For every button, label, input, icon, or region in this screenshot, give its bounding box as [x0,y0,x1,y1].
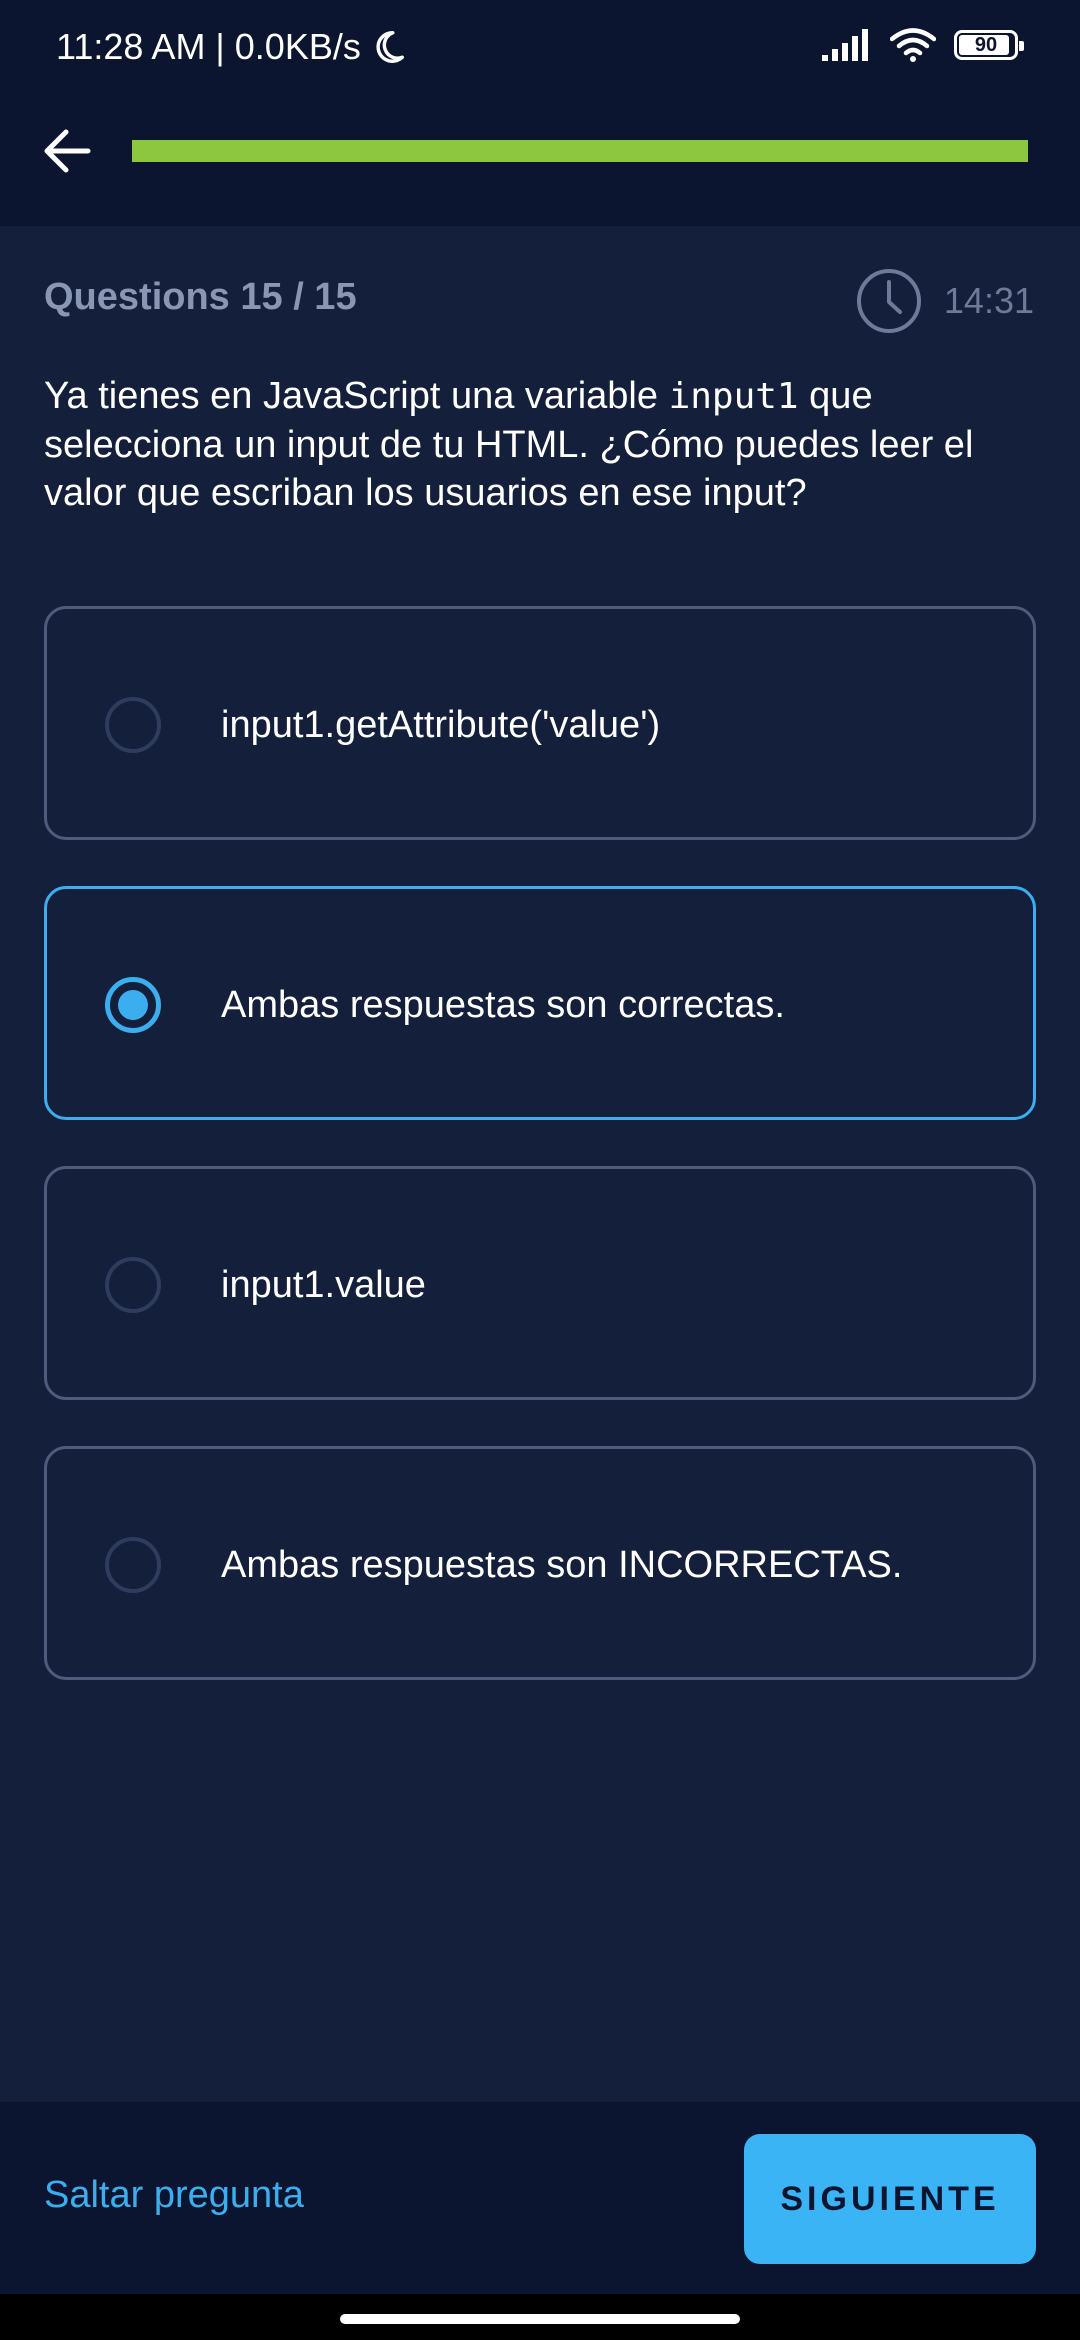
answer-option-label: Ambas respuestas son correctas. [221,984,785,1026]
answer-option[interactable]: Ambas respuestas son correctas. [44,886,1036,1120]
back-button[interactable] [38,122,96,180]
battery-percent: 90 [974,33,998,56]
answer-option[interactable]: Ambas respuestas son INCORRECTAS. [44,1446,1036,1680]
quiz-header [0,100,1080,226]
gesture-nav-area [0,2294,1080,2340]
status-icons: 90 [822,28,1024,62]
radio-button[interactable] [105,1537,161,1593]
status-bar: 11:28 AM | 0.0KB/s 90 [0,0,1080,100]
radio-button[interactable] [105,697,161,753]
answer-option[interactable]: input1.getAttribute('value') [44,606,1036,840]
clock-icon [856,269,921,333]
answer-option-label: input1.getAttribute('value') [221,704,661,746]
quiz-screen: 11:28 AM | 0.0KB/s 90 Questions 15 / 15 … [0,0,1080,2340]
skip-question-link[interactable]: Saltar pregunta [44,2174,304,2217]
battery-icon: 90 [954,30,1024,60]
wifi-icon [890,28,936,62]
arrow-left-icon [44,129,91,173]
bottom-action-bar: Saltar pregunta SIGUIENTE [0,2102,1080,2294]
timer: 14:31 [856,268,1034,334]
moon-icon [376,31,404,63]
answer-option-label: Ambas respuestas son INCORRECTAS. [221,1544,903,1586]
answer-option[interactable]: input1.value [44,1166,1036,1400]
question-text: Ya tienes en JavaScript una variable inp… [44,372,1034,517]
answer-option-label: input1.value [221,1264,426,1306]
timer-text: 14:31 [943,280,1034,321]
signal-icon [822,29,868,61]
question-code: input1 [668,376,799,417]
status-time: 11:28 AM | 0.0KB/s [56,26,361,67]
quiz-progress-bar [132,140,1028,162]
status-time-wrap: 11:28 AM | 0.0KB/s [56,26,407,68]
radio-button[interactable] [105,1257,161,1313]
home-indicator[interactable] [340,2314,740,2324]
next-button[interactable]: SIGUIENTE [744,2134,1036,2264]
radio-button[interactable] [105,977,161,1033]
question-prefix: Ya tienes en JavaScript una variable [44,375,658,417]
quiz-progress-fill [132,140,1028,162]
question-counter: Questions 15 / 15 [44,276,357,318]
battery-tip [1019,41,1024,51]
